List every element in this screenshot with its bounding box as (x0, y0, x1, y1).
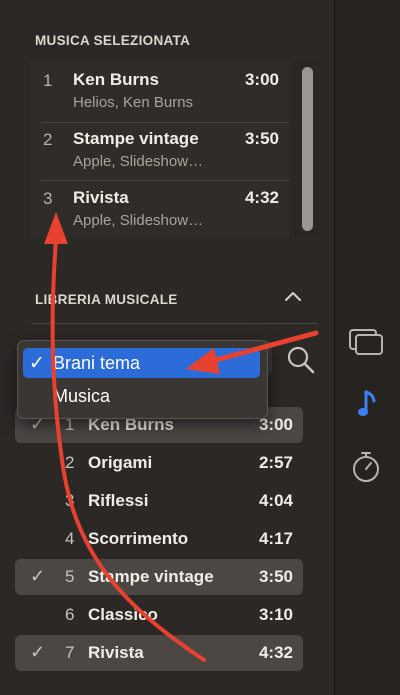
annotation-arrowhead (44, 212, 68, 244)
annotation-arrowhead (186, 348, 220, 374)
annotation-arrow-curve (50, 238, 206, 662)
annotation-arrow-line (209, 330, 319, 364)
annotation-arrows (44, 212, 319, 662)
